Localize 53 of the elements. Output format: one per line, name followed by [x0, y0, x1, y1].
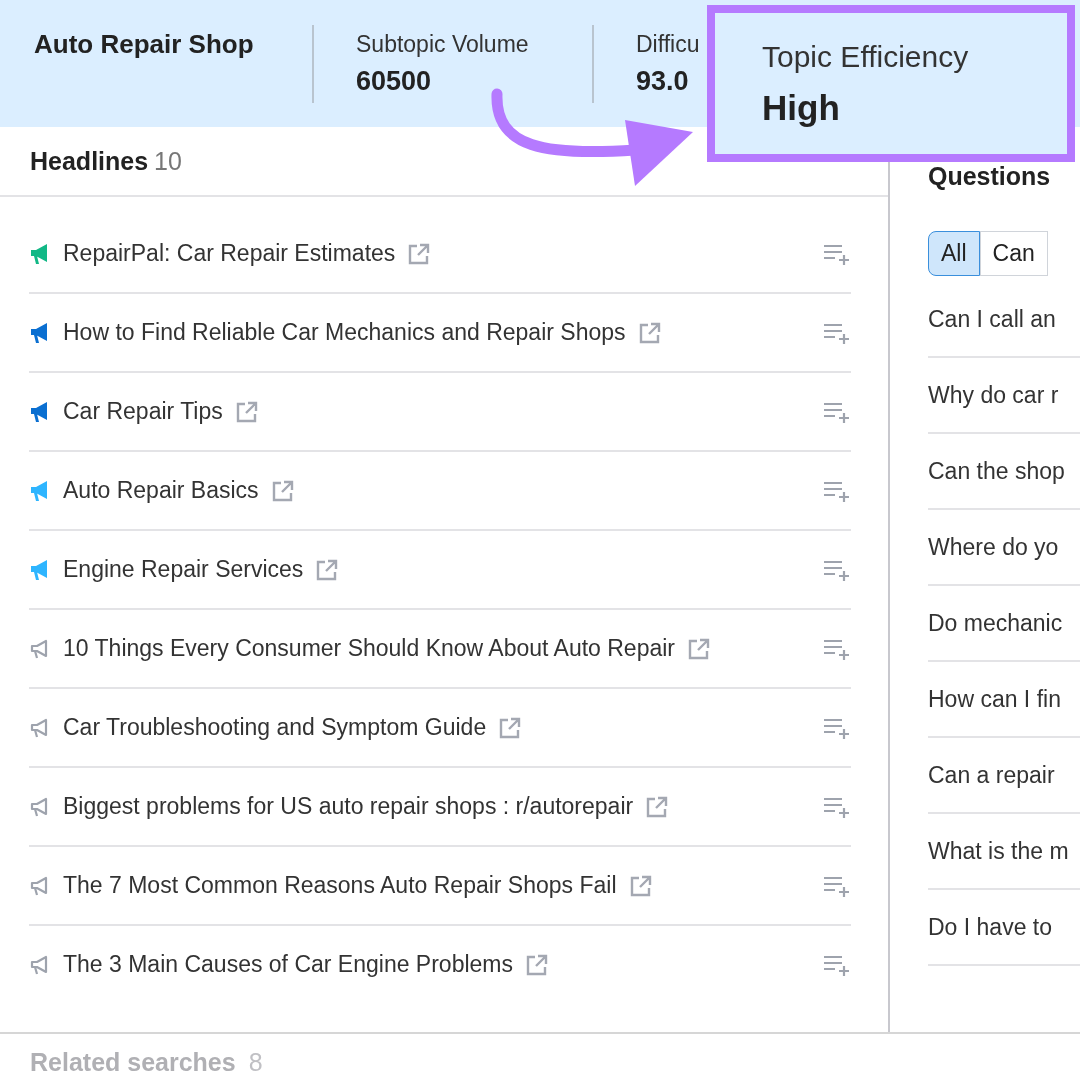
add-to-list-icon[interactable] [823, 637, 851, 660]
question-text[interactable]: Can I call an [928, 305, 1056, 333]
metric-value: 60500 [356, 65, 433, 97]
external-link-icon[interactable] [687, 636, 711, 661]
headline-text: Biggest problems for US auto repair shops : r/autorepair [63, 793, 634, 820]
section-count: 10 [154, 146, 182, 176]
external-link-icon[interactable] [628, 873, 653, 898]
headline-text: How to Find Reliable Car Mechanics and Repair Shops [63, 319, 626, 346]
headline-text: Engine Repair Services [63, 556, 304, 583]
add-to-list-icon[interactable] [823, 795, 851, 818]
question-text[interactable]: Where do yo [928, 533, 1059, 561]
add-to-list-icon[interactable] [823, 953, 851, 976]
question-text[interactable]: What is the m [928, 837, 1069, 865]
external-link-icon[interactable] [637, 320, 662, 345]
question-text[interactable]: Can a repair [928, 761, 1055, 789]
external-link-icon[interactable] [525, 952, 549, 977]
metric-label: Subtopic Volume [356, 30, 530, 58]
section-count: 8 [248, 1048, 263, 1076]
question-text[interactable]: How can I fin [928, 685, 1061, 713]
add-to-list-icon[interactable] [823, 479, 851, 502]
filter-tab[interactable]: Can [979, 231, 1048, 276]
add-to-list-icon[interactable] [823, 874, 851, 897]
headline-text: Auto Repair Basics [63, 477, 259, 504]
callout-label: Topic Efficiency [762, 39, 970, 74]
question-text[interactable]: Do I have to [928, 913, 1053, 941]
external-link-icon[interactable] [234, 399, 259, 424]
question-text[interactable]: Can the shop [928, 457, 1065, 485]
filter-tab[interactable]: All [928, 231, 980, 276]
headline-text: The 7 Most Common Reasons Auto Repair Shops Fail [63, 872, 617, 899]
external-link-icon[interactable] [407, 241, 432, 266]
section-title: Headlines [30, 146, 149, 176]
external-link-icon[interactable] [498, 715, 523, 740]
add-to-list-icon[interactable] [823, 321, 851, 344]
headline-text: RepairPal: Car Repair Estimates [63, 240, 396, 267]
external-link-icon[interactable] [270, 478, 295, 503]
headline-text: Car Repair Tips [63, 398, 223, 425]
add-to-list-icon[interactable] [823, 716, 851, 739]
section-title: Related searches [30, 1048, 236, 1076]
question-text[interactable]: Do mechanic [928, 609, 1063, 637]
headline-text: 10 Things Every Consumer Should Know About Auto Repair [63, 635, 675, 662]
headline-text: Car Troubleshooting and Symptom Guide [63, 714, 487, 741]
topic-title: Auto Repair Shop [34, 29, 255, 60]
section-title: Questions [928, 161, 1051, 191]
metric-value: 93.0 [636, 65, 690, 97]
add-to-list-icon[interactable] [823, 558, 851, 581]
headline-text: The 3 Main Causes of Car Engine Problems [63, 951, 513, 978]
external-link-icon[interactable] [645, 794, 670, 819]
external-link-icon[interactable] [315, 557, 340, 582]
add-to-list-icon[interactable] [823, 242, 851, 265]
question-text[interactable]: Why do car r [928, 381, 1059, 409]
add-to-list-icon[interactable] [823, 400, 851, 423]
metric-label: Difficu [636, 30, 701, 58]
callout-value: High [762, 87, 841, 128]
